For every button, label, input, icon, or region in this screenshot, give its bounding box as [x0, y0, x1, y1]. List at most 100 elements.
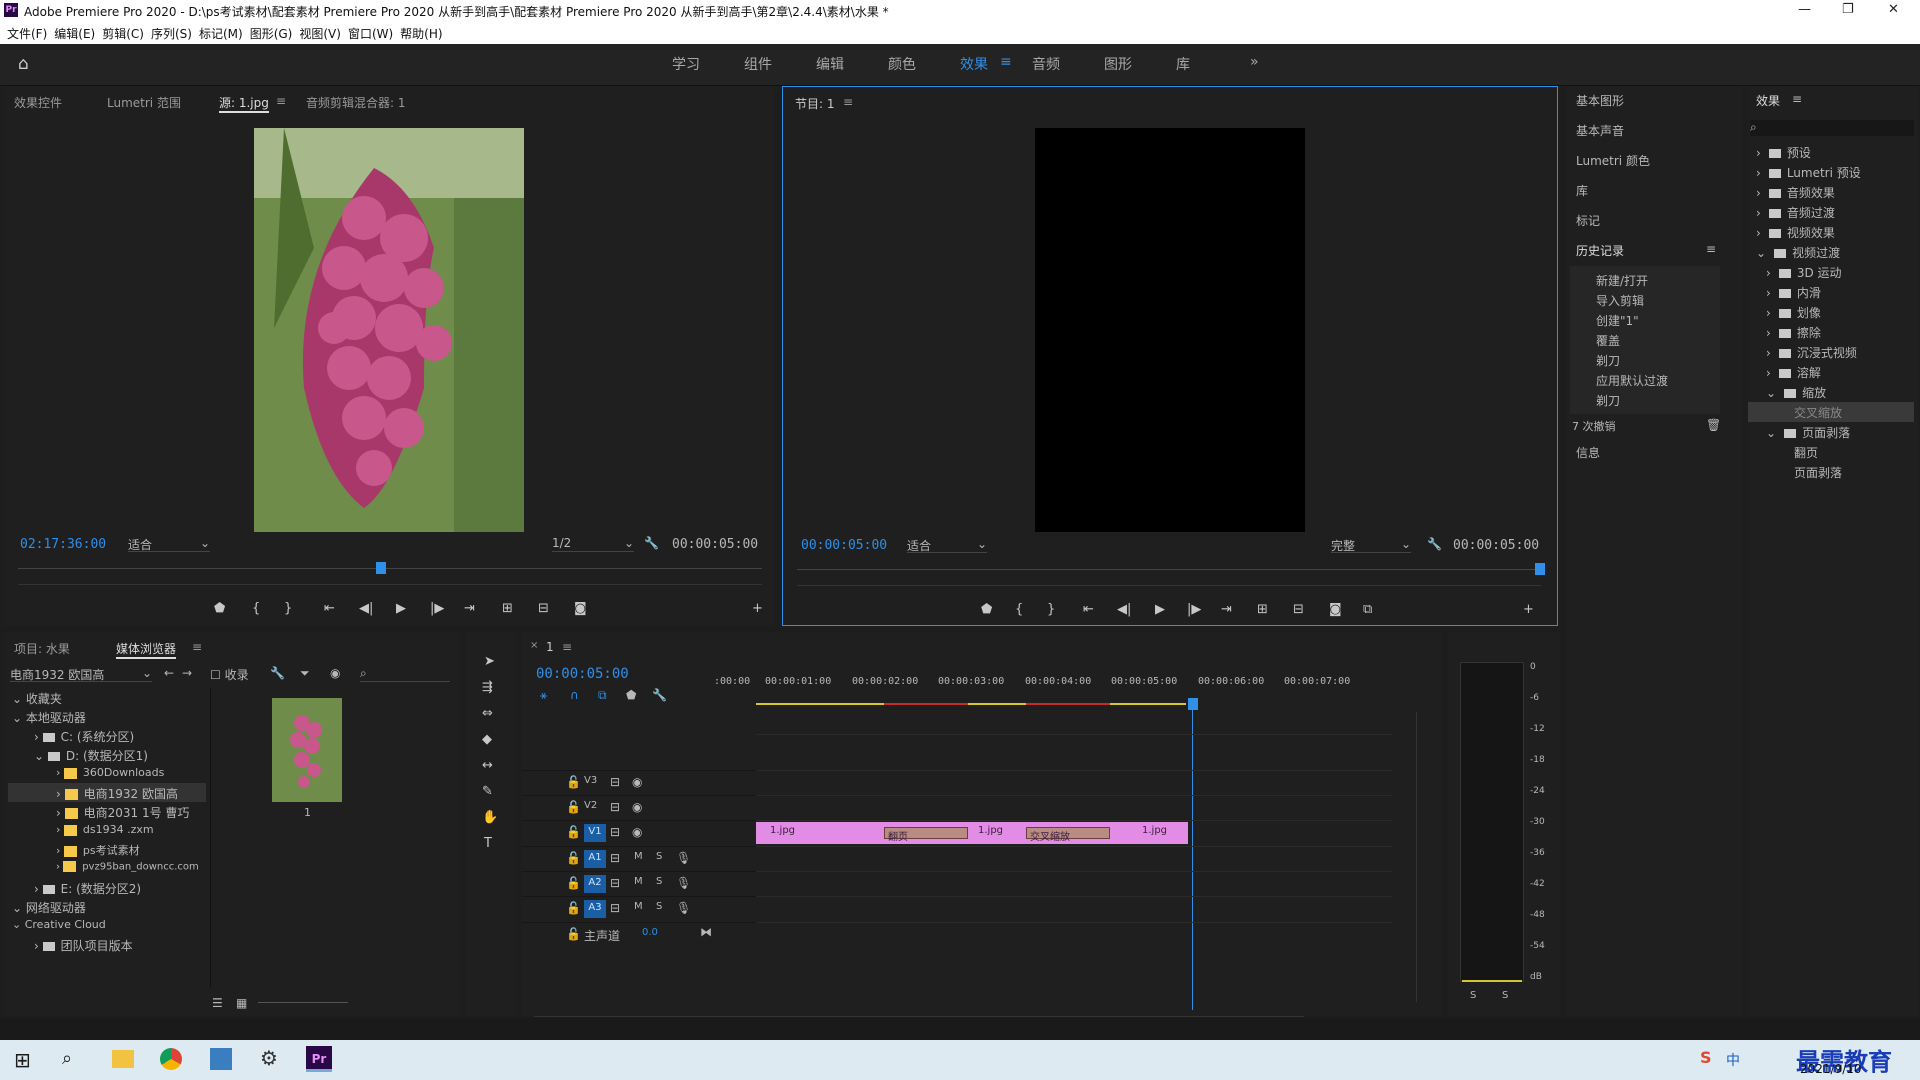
history-item[interactable]: 创建"1"	[1596, 312, 1639, 329]
effect-item[interactable]: › 3D 运动	[1766, 264, 1842, 281]
extract-icon[interactable]: ⊟	[1293, 602, 1304, 617]
location-dropdown[interactable]: 电商1932 欧国高 ⌄	[10, 666, 152, 682]
sync-lock-icon[interactable]: ⊟	[610, 775, 620, 789]
solo-icon[interactable]: S	[656, 851, 662, 862]
minimize-icon[interactable]: —	[1798, 2, 1811, 17]
more-workspaces-icon[interactable]: »	[1250, 54, 1259, 70]
menu-file[interactable]: 文件(F)	[7, 25, 47, 42]
effects-menu-icon[interactable]: ≡	[1792, 92, 1802, 106]
step-forward-icon[interactable]: |▶	[1187, 602, 1201, 617]
tree-item-selected[interactable]: › 电商1932 欧国高	[8, 783, 206, 802]
solo-icon[interactable]: S	[656, 876, 662, 887]
tab-menu-icon[interactable]: ≡	[192, 640, 202, 654]
play-icon[interactable]: ▶	[1155, 602, 1165, 617]
filter-icon[interactable]: ⏷	[300, 666, 310, 681]
program-fit-dropdown[interactable]: 适合 ⌄	[907, 537, 987, 553]
effect-item[interactable]: › 内滑	[1766, 284, 1821, 301]
mark-in-icon[interactable]: {	[252, 601, 260, 616]
sync-lock-icon[interactable]: ⊟	[610, 851, 620, 865]
workspace-color[interactable]: 颜色	[888, 54, 916, 74]
go-to-out-icon[interactable]: ⇥	[464, 601, 475, 616]
razor-tool-icon[interactable]: ◆	[482, 732, 492, 747]
type-tool-icon[interactable]: T	[484, 836, 492, 851]
program-ruler[interactable]	[797, 569, 1541, 570]
sync-lock-icon[interactable]: ⊟	[610, 901, 620, 915]
menu-help[interactable]: 帮助(H)	[400, 25, 442, 42]
panel-libraries[interactable]: 库	[1576, 182, 1588, 199]
timeline-ruler[interactable]: :00:00 00:00:01:00 00:00:02:00 00:00:03:…	[714, 676, 1414, 698]
eye-icon[interactable]: ◉	[632, 775, 642, 789]
icon-view-icon[interactable]: ▦	[236, 996, 247, 1010]
effect-item[interactable]: ⌄ 视频过渡	[1756, 244, 1840, 261]
search-icon[interactable]: ⌕	[62, 1048, 72, 1069]
effect-item[interactable]: › 溶解	[1766, 364, 1821, 381]
history-menu-icon[interactable]: ≡	[1706, 242, 1716, 256]
lock-icon[interactable]: 🔓	[566, 775, 581, 789]
lock-icon[interactable]: 🔓	[566, 876, 581, 890]
tree-item[interactable]: › E: (数据分区2)	[34, 880, 141, 897]
mic-icon[interactable]: 🎙	[676, 901, 691, 915]
tree-item[interactable]: ⌄ 本地驱动器	[12, 709, 86, 726]
sync-lock-icon[interactable]: ⊟	[610, 825, 620, 839]
media-search-input[interactable]: ⌕	[360, 666, 450, 682]
tree-item[interactable]: › 团队项目版本	[34, 937, 133, 954]
linked-selection-icon[interactable]: ⧉	[598, 688, 607, 703]
v1-clip-track[interactable]: 1.jpg 翻页 1.jpg 交叉缩放 1.jpg	[756, 822, 1188, 844]
panel-essential-sound[interactable]: 基本声音	[1576, 122, 1624, 139]
menu-window[interactable]: 窗口(W)	[348, 25, 393, 42]
workspace-menu-icon[interactable]: ≡	[1000, 54, 1012, 70]
effect-item[interactable]: ⌄ 页面剥落	[1766, 424, 1850, 441]
sync-lock-icon[interactable]: ⊟	[610, 876, 620, 890]
track-header-v2[interactable]: 🔓 V2 ⊟ ◉	[522, 795, 762, 819]
effect-item[interactable]: › 擦除	[1766, 324, 1821, 341]
workspace-audio[interactable]: 音频	[1032, 54, 1060, 74]
tab-audio-clip-mixer[interactable]: 音频剪辑混合器: 1	[306, 94, 406, 111]
home-icon[interactable]: ⌂	[18, 54, 29, 74]
forward-icon[interactable]: →	[182, 666, 192, 680]
windows-start-icon[interactable]: ⊞	[14, 1048, 31, 1072]
mute-icon[interactable]: M	[634, 901, 643, 912]
workspace-graphics[interactable]: 图形	[1104, 54, 1132, 74]
menu-graphics[interactable]: 图形(G)	[250, 25, 293, 42]
add-button-icon[interactable]: +	[752, 601, 763, 616]
app-icon[interactable]	[210, 1048, 232, 1070]
ime-mode[interactable]: 中	[1726, 1050, 1740, 1070]
transition-page-turn[interactable]: 翻页	[884, 827, 968, 843]
effect-item[interactable]: › 视频效果	[1756, 224, 1835, 241]
slip-tool-icon[interactable]: ↔	[482, 758, 493, 773]
tree-item[interactable]: ⌄ D: (数据分区1)	[34, 747, 148, 764]
add-button-icon[interactable]: +	[1523, 602, 1534, 617]
lock-icon[interactable]: 🔓	[566, 800, 581, 814]
effect-item[interactable]: ⌄ 缩放	[1766, 384, 1826, 401]
menu-clip[interactable]: 剪辑(C)	[102, 25, 144, 42]
thumbnail-size-slider[interactable]	[258, 1002, 348, 1003]
source-resolution-dropdown[interactable]: 1/2 ⌄	[552, 536, 634, 552]
history-item[interactable]: 应用默认过渡	[1596, 372, 1668, 389]
back-icon[interactable]: ←	[164, 666, 174, 680]
wrench-icon[interactable]: 🔧	[270, 666, 285, 680]
timeline-playhead[interactable]	[1188, 698, 1198, 710]
solo-right-button[interactable]: S	[1502, 990, 1508, 1001]
transition-cross-zoom[interactable]: 交叉缩放	[1026, 827, 1110, 843]
track-header-master[interactable]: 🔓 主声道 0.0 ⧓	[522, 922, 762, 946]
go-to-in-icon[interactable]: ⇤	[1083, 602, 1094, 617]
lift-icon[interactable]: ⊞	[1257, 602, 1268, 617]
tree-item[interactable]: › pvz95ban_downcc.com	[56, 861, 199, 873]
effect-item[interactable]: › Lumetri 预设	[1756, 164, 1861, 181]
effect-item[interactable]: 页面剥落	[1794, 464, 1842, 481]
program-quality-dropdown[interactable]: 完整 ⌄	[1331, 537, 1411, 553]
go-to-out-icon[interactable]: ⇥	[1221, 602, 1232, 617]
track-header-a2[interactable]: 🔓 A2 ⊟ M S 🎙	[522, 871, 762, 895]
lock-icon[interactable]: 🔓	[566, 927, 581, 941]
lock-icon[interactable]: 🔓	[566, 825, 581, 839]
history-item[interactable]: 剃刀	[1596, 352, 1620, 369]
track-select-tool-icon[interactable]: ⇶	[482, 680, 493, 695]
tab-menu-icon[interactable]: ≡	[562, 640, 572, 654]
insert-icon[interactable]: ⊞	[502, 601, 513, 616]
menu-edit[interactable]: 编辑(E)	[54, 25, 95, 42]
step-forward-icon[interactable]: |▶	[430, 601, 444, 616]
lock-icon[interactable]: 🔓	[566, 901, 581, 915]
panel-lumetri-color[interactable]: Lumetri 颜色	[1576, 152, 1650, 169]
tree-item[interactable]: › ps考试素材	[56, 842, 140, 858]
chrome-icon[interactable]	[160, 1048, 182, 1070]
